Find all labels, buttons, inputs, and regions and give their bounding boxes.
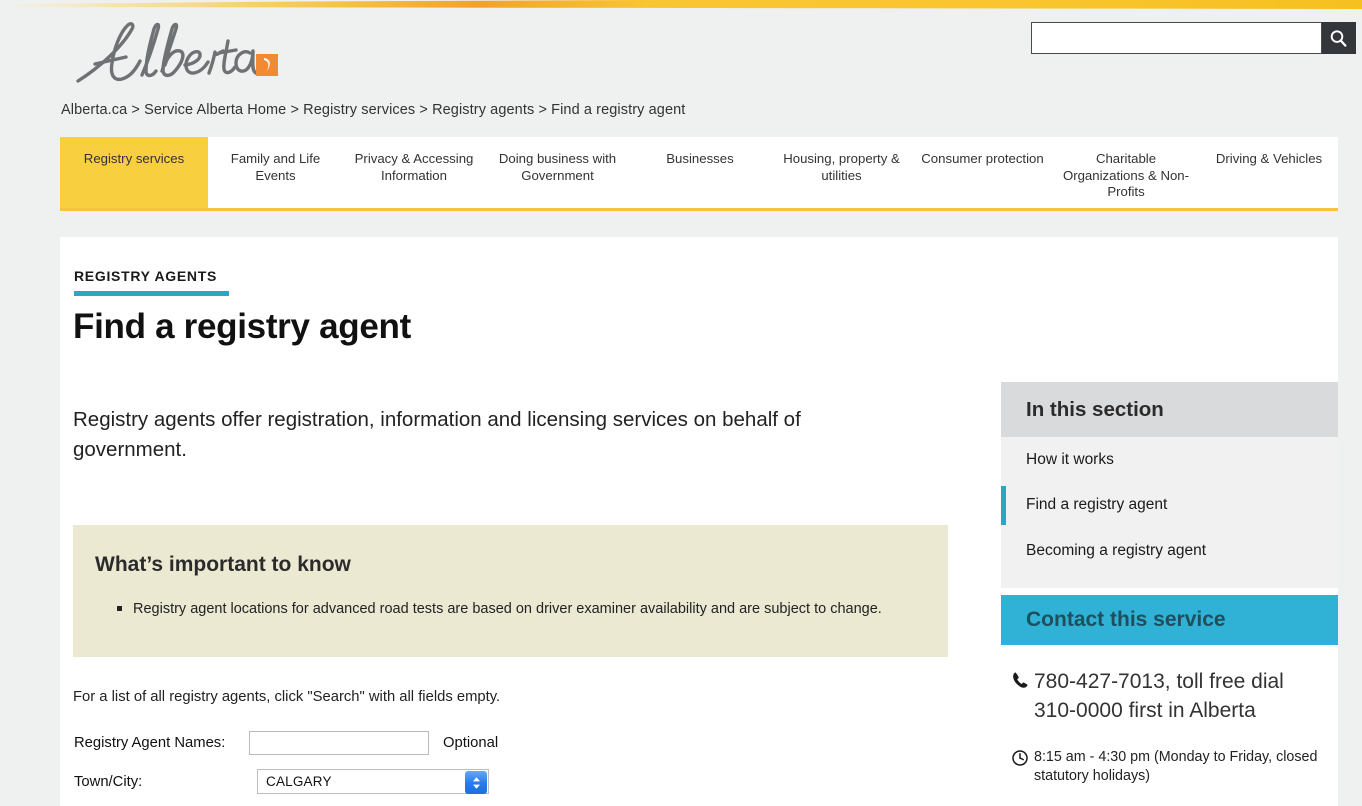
- nav-tab-doing-business-with-government[interactable]: Doing business with Government: [485, 137, 630, 208]
- town-city-selected-value: CALGARY: [266, 774, 332, 789]
- nav-tab-label: Housing, property & utilities: [783, 151, 900, 183]
- breadcrumb[interactable]: Alberta.ca > Service Alberta Home > Regi…: [61, 102, 685, 118]
- nav-tab-label: Businesses: [666, 151, 734, 166]
- nav-tab-label: Doing business with Government: [498, 151, 617, 183]
- site-header: [0, 9, 1362, 99]
- search-icon: [1330, 29, 1347, 47]
- logo-orange-square: [256, 54, 278, 76]
- phone-icon: [1006, 667, 1034, 689]
- list-item: Registry agent locations for advanced ro…: [117, 599, 907, 619]
- site-search: [1031, 22, 1356, 54]
- nav-tab-driving-vehicles[interactable]: Driving & Vehicles: [1200, 137, 1338, 208]
- nav-tab-label: Privacy & Accessing Information: [354, 151, 474, 183]
- contact-phone-text[interactable]: 780-427-7013, toll free dial 310-0000 fi…: [1034, 667, 1328, 725]
- eyebrow-underline: [74, 291, 229, 296]
- clock-glyph: [1012, 750, 1028, 766]
- search-input[interactable]: [1031, 22, 1322, 54]
- alberta-wordmark-logo[interactable]: [70, 17, 285, 89]
- nav-tab-housing-property-utilities[interactable]: Housing, property & utilities: [770, 137, 913, 208]
- in-this-section-title: In this section: [1001, 382, 1338, 437]
- sidebar-item-how-it-works[interactable]: How it works: [1001, 437, 1338, 483]
- page-title: Find a registry agent: [73, 307, 411, 346]
- contact-hours-text: 8:15 am - 4:30 pm (Monday to Friday, clo…: [1034, 749, 1318, 784]
- town-city-select[interactable]: CALGARY: [257, 769, 489, 794]
- sidebar-item-label: How it works: [1026, 450, 1114, 468]
- in-this-section-panel: In this section How it works Find a regi…: [1001, 382, 1338, 588]
- nav-tab-consumer-protection[interactable]: Consumer protection: [913, 137, 1052, 208]
- sidebar-item-label: Becoming a registry agent: [1026, 541, 1207, 559]
- nav-tab-label: Registry services: [83, 151, 185, 166]
- nav-tab-label: Charitable Organizations & Non-Profits: [1062, 151, 1190, 199]
- nav-tab-family-and-life-events[interactable]: Family and Life Events: [208, 137, 343, 208]
- nav-tab-label: Consumer protection: [921, 151, 1044, 166]
- nav-tab-label: Family and Life Events: [230, 151, 321, 183]
- search-button[interactable]: [1322, 22, 1356, 54]
- callout-list: Registry agent locations for advanced ro…: [117, 599, 926, 619]
- nav-tab-label: Driving & Vehicles: [1215, 151, 1323, 166]
- town-city-row: Town/City: CALGARY: [74, 769, 489, 794]
- registry-agent-names-row: Registry Agent Names: Optional: [74, 731, 498, 755]
- nav-tab-privacy-accessing-information[interactable]: Privacy & Accessing Information: [343, 137, 485, 208]
- registry-agent-names-optional-label: Optional: [443, 735, 499, 751]
- sidebar-item-becoming-a-registry-agent[interactable]: Becoming a registry agent: [1001, 528, 1338, 574]
- intro-paragraph: Registry agents offer registration, info…: [73, 408, 801, 461]
- registry-agent-names-input[interactable]: [249, 731, 429, 755]
- form-hint: For a list of all registry agents, click…: [73, 689, 501, 705]
- nav-tab-registry-services[interactable]: Registry services: [60, 137, 208, 208]
- town-city-label: Town/City:: [74, 773, 143, 790]
- top-brand-rule: [0, 0, 1362, 9]
- important-callout: What’s important to know Registry agent …: [73, 525, 948, 657]
- chevron-up-down-glyph: [472, 776, 480, 789]
- primary-nav: Registry services Family and Life Events P…: [60, 137, 1338, 211]
- phone-glyph: [1012, 672, 1027, 688]
- eyebrow-label: REGISTRY AGENTS: [74, 268, 218, 284]
- sidebar-item-label: Find a registry agent: [1026, 496, 1168, 514]
- rail-spacer: [1001, 574, 1338, 588]
- nav-tab-charitable-organizations-non-profits[interactable]: Charitable Organizations & Non-Profits: [1052, 137, 1200, 208]
- nav-tab-businesses[interactable]: Businesses: [630, 137, 770, 208]
- contact-panel-title: Contact this service: [1001, 595, 1338, 645]
- alberta-wordmark-icon: [76, 22, 278, 83]
- content-card: REGISTRY AGENTS Find a registry agent Re…: [60, 237, 1338, 806]
- contact-panel: Contact this service 780-427-7013, toll …: [1001, 595, 1338, 786]
- callout-title: What’s important to know: [95, 553, 351, 576]
- sidebar-item-find-a-registry-agent[interactable]: Find a registry agent: [1001, 483, 1338, 529]
- registry-agent-names-label: Registry Agent Names:: [74, 735, 226, 751]
- contact-hours-item: 8:15 am - 4:30 pm (Monday to Friday, clo…: [1001, 746, 1338, 786]
- clock-icon: [1006, 746, 1034, 766]
- chevron-up-down-icon: [465, 771, 487, 794]
- contact-phone-item: 780-427-7013, toll free dial 310-0000 fi…: [1001, 667, 1338, 725]
